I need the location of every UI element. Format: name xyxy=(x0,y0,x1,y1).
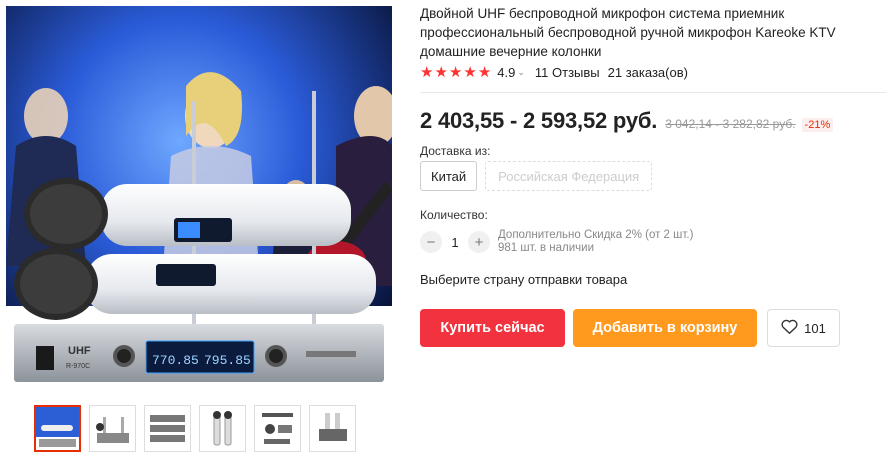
thumbnail-3[interactable] xyxy=(144,405,191,452)
price-row: 2 403,55 - 2 593,52 руб. 3 042,14 - 3 28… xyxy=(420,108,886,134)
quantity-label: Количество: xyxy=(420,208,488,222)
thumbnail-4[interactable] xyxy=(199,405,246,452)
discount-badge: -21% xyxy=(801,118,834,132)
bulk-discount-note: Дополнительно Скидка 2% (от 2 шт.) xyxy=(498,229,694,241)
shipping-option-russia[interactable]: Российская Федерация xyxy=(485,161,653,191)
freq-a-text: 770.85 xyxy=(152,353,199,368)
choose-country-text: Выберите страну отправки товара xyxy=(420,272,628,287)
heart-icon xyxy=(781,319,798,337)
stock-note: 981 шт. в наличии xyxy=(498,242,595,254)
quantity-note: Дополнительно Скидка 2% (от 2 шт.) 981 ш… xyxy=(498,229,693,255)
current-price: 2 403,55 - 2 593,52 руб. xyxy=(420,108,658,133)
wishlist-count: 101 xyxy=(804,320,826,336)
product-title: Двойной UHF беспроводной микрофон систем… xyxy=(420,6,836,59)
rating-stars: ★ ★ ★ ★ ★ xyxy=(420,65,491,80)
freq-b-text: 795.85 xyxy=(204,353,251,368)
star-icon: ★ xyxy=(434,64,448,81)
orders-count: 21 заказа(ов) xyxy=(607,65,688,80)
quantity-stepper: − 1 + Дополнительно Скидка 2% (от 2 шт.)… xyxy=(420,229,693,255)
chevron-down-icon[interactable]: ⌄ xyxy=(517,67,525,78)
product-info: Двойной UHF беспроводной микрофон систем… xyxy=(420,4,886,347)
add-to-cart-button[interactable]: Добавить в корзину xyxy=(573,309,757,347)
old-price: 3 042,14 - 3 282,82 руб. xyxy=(665,117,796,131)
product-main-image[interactable]: UHF R-970C 770.85 795.85 xyxy=(6,6,392,392)
thumbnail-strip xyxy=(34,405,356,452)
thumbnail-5[interactable] xyxy=(254,405,301,452)
receiver-brand-text: UHF xyxy=(68,345,91,357)
action-buttons: Купить сейчас Добавить в корзину 101 xyxy=(420,309,840,347)
buy-now-button[interactable]: Купить сейчас xyxy=(420,309,565,347)
wishlist-button[interactable]: 101 xyxy=(767,309,840,347)
divider xyxy=(420,92,886,93)
thumbnail-2[interactable] xyxy=(89,405,136,452)
shipping-option-china[interactable]: Китай xyxy=(420,161,478,191)
thumbnail-1[interactable] xyxy=(34,405,81,452)
quantity-value[interactable]: 1 xyxy=(442,235,468,250)
star-icon: ★ xyxy=(477,64,492,81)
star-icon: ★ xyxy=(463,64,477,81)
quantity-minus-button[interactable]: − xyxy=(420,231,442,253)
rating-row: ★ ★ ★ ★ ★ 4.9 ⌄ 11 Отзывы 21 заказа(ов) xyxy=(420,65,886,80)
thumbnail-6[interactable] xyxy=(309,405,356,452)
star-icon: ★ xyxy=(420,64,434,81)
shipping-label: Доставка из: xyxy=(420,144,491,158)
quantity-plus-button[interactable]: + xyxy=(468,231,490,253)
reviews-link[interactable]: 11 Отзывы xyxy=(535,65,600,80)
rating-value[interactable]: 4.9 xyxy=(497,65,515,80)
star-icon: ★ xyxy=(448,64,463,81)
shipping-options: Китай Российская Федерация xyxy=(420,161,653,191)
receiver-model-text: R-970C xyxy=(66,363,90,370)
